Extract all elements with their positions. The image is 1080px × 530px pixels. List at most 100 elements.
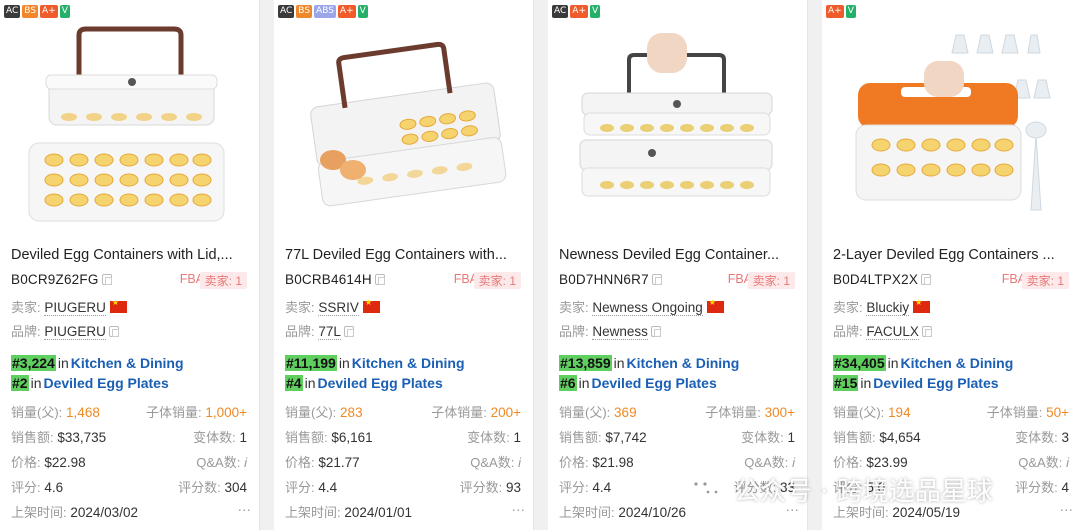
- revenue-label: 销售额:: [559, 430, 602, 445]
- product-title[interactable]: 77L Deviled Egg Containers with...: [285, 247, 525, 263]
- qa-info-icon[interactable]: i: [518, 455, 521, 470]
- badge-row: AC BS ABS A+ V: [278, 5, 368, 18]
- revenue-value: $33,735: [57, 430, 107, 445]
- product-image[interactable]: [24, 25, 234, 230]
- product-card[interactable]: AC A+ V Newness Deviled Egg Container...…: [548, 0, 808, 530]
- rank-category-link[interactable]: Deviled Egg Plates: [43, 375, 168, 391]
- product-image[interactable]: [572, 25, 782, 230]
- price-value: $21.77: [318, 455, 360, 470]
- copy-icon[interactable]: [343, 326, 354, 337]
- seller-name[interactable]: SSRIV: [318, 300, 359, 316]
- stat-listed: 上架时间: 2024/03/02 ···: [11, 502, 251, 522]
- china-flag-icon: [362, 298, 380, 313]
- rank-number: #15: [833, 375, 859, 391]
- child-sales-label: 子体销量:: [145, 405, 202, 420]
- product-title[interactable]: 2-Layer Deviled Egg Containers ...: [833, 247, 1073, 263]
- product-title[interactable]: Deviled Egg Containers with Lid,...: [11, 247, 251, 263]
- product-image[interactable]: [846, 25, 1056, 230]
- product-card[interactable]: AC BS A+ V Deviled Egg Containers with L…: [0, 0, 260, 530]
- brand-name[interactable]: FACULX: [866, 324, 919, 340]
- variants-value: 1: [239, 430, 247, 445]
- asin-text[interactable]: B0D7HNN6R7: [559, 272, 649, 287]
- seller-name[interactable]: Bluckiy: [866, 300, 910, 316]
- variants-label: 变体数:: [1015, 430, 1058, 445]
- revenue-label: 销售额:: [833, 430, 876, 445]
- listed-date: 2024/01/01: [344, 505, 412, 520]
- rank-in: in: [887, 355, 899, 371]
- rank-main: #13,859 in Kitchen & Dining: [559, 355, 739, 371]
- qa-info-icon[interactable]: i: [1066, 455, 1069, 470]
- rating-label: 评分:: [285, 480, 315, 495]
- product-card[interactable]: A+ V 2-Layer Deviled Egg Containers ... …: [822, 0, 1080, 530]
- price-value: $21.98: [592, 455, 634, 470]
- badge-ac: AC: [4, 5, 21, 18]
- copy-icon[interactable]: [374, 274, 385, 285]
- rank-in: in: [578, 375, 590, 391]
- copy-icon[interactable]: [650, 326, 661, 337]
- reviews-label: 评分数:: [459, 480, 503, 495]
- brand-name[interactable]: PIUGERU: [44, 324, 106, 340]
- rank-number: #2: [11, 375, 29, 391]
- china-flag-icon: [109, 298, 127, 313]
- more-icon[interactable]: ···: [512, 502, 526, 517]
- stat-sales: 销量(父): 369 子体销量: 300+: [559, 402, 795, 422]
- rank-category-link[interactable]: Kitchen & Dining: [71, 355, 184, 371]
- seller-name[interactable]: PIUGERU: [44, 300, 106, 316]
- rank-in: in: [30, 375, 42, 391]
- rank-in: in: [57, 355, 69, 371]
- qa-label: Q&A数:: [470, 455, 515, 470]
- brand-name[interactable]: 77L: [318, 324, 341, 340]
- rank-in: in: [613, 355, 625, 371]
- copy-icon[interactable]: [651, 274, 662, 285]
- watermark: 公众号 · 跨境选品星球: [686, 471, 993, 507]
- variants-label: 变体数:: [467, 430, 510, 445]
- seller-label: 卖家:: [11, 300, 41, 315]
- rank-category-link[interactable]: Kitchen & Dining: [901, 355, 1014, 371]
- qa-label: Q&A数:: [1018, 455, 1063, 470]
- stat-price: 价格: $21.98 Q&A数: i: [559, 452, 795, 472]
- qa-info-icon[interactable]: i: [244, 455, 247, 470]
- rank-category-link[interactable]: Deviled Egg Plates: [591, 375, 716, 391]
- rating-value: 4.4: [592, 480, 612, 495]
- rank-sub: #15 in Deviled Egg Plates: [833, 375, 999, 391]
- stat-sales: 销量(父): 1,468 子体销量: 1,000+: [11, 402, 247, 422]
- more-icon[interactable]: ···: [1060, 502, 1074, 517]
- rank-category-link[interactable]: Kitchen & Dining: [352, 355, 465, 371]
- price-label: 价格:: [559, 455, 589, 470]
- more-icon[interactable]: ···: [238, 502, 252, 517]
- asin-text[interactable]: B0D4LTPX2X: [833, 272, 918, 287]
- rank-number: #4: [285, 375, 303, 391]
- copy-icon[interactable]: [108, 326, 119, 337]
- copy-icon[interactable]: [921, 274, 932, 285]
- reviews-value: 304: [224, 480, 247, 495]
- qa-info-icon[interactable]: i: [792, 455, 795, 470]
- seller-label: 卖家:: [833, 300, 863, 315]
- rank-category-link[interactable]: Deviled Egg Plates: [317, 375, 442, 391]
- asin-text[interactable]: B0CRB4614H: [285, 272, 372, 287]
- copy-icon[interactable]: [921, 326, 932, 337]
- product-title[interactable]: Newness Deviled Egg Container...: [559, 247, 799, 263]
- brand-label: 品牌:: [285, 324, 315, 339]
- rank-category-link[interactable]: Kitchen & Dining: [627, 355, 740, 371]
- badge-aplus: A+: [40, 5, 58, 18]
- brand-name[interactable]: Newness: [592, 324, 648, 340]
- rank-in: in: [860, 375, 872, 391]
- child-sales-value: 1,000+: [205, 405, 247, 420]
- product-image[interactable]: [298, 25, 508, 230]
- stat-price: 价格: $21.77 Q&A数: i: [285, 452, 521, 472]
- variants-label: 变体数:: [193, 430, 236, 445]
- rank-category-link[interactable]: Deviled Egg Plates: [873, 375, 998, 391]
- child-sales-label: 子体销量:: [705, 405, 761, 420]
- wechat-icon: [688, 475, 723, 502]
- copy-icon[interactable]: [101, 274, 112, 285]
- asin-text[interactable]: B0CR9Z62FG: [11, 272, 99, 287]
- rank-main: #3,224 in Kitchen & Dining: [11, 355, 184, 371]
- product-card[interactable]: AC BS ABS A+ V 77L Deviled Egg Container…: [274, 0, 534, 530]
- reviews-value: 93: [505, 480, 521, 495]
- badge-aplus: A+: [337, 5, 356, 18]
- qa-label: Q&A数:: [744, 455, 789, 470]
- rank-number: #6: [559, 375, 577, 391]
- seller-name[interactable]: Newness Ongoing: [592, 300, 703, 316]
- reviews-label: 评分数:: [1015, 480, 1058, 495]
- badge-row: AC A+ V: [552, 5, 601, 18]
